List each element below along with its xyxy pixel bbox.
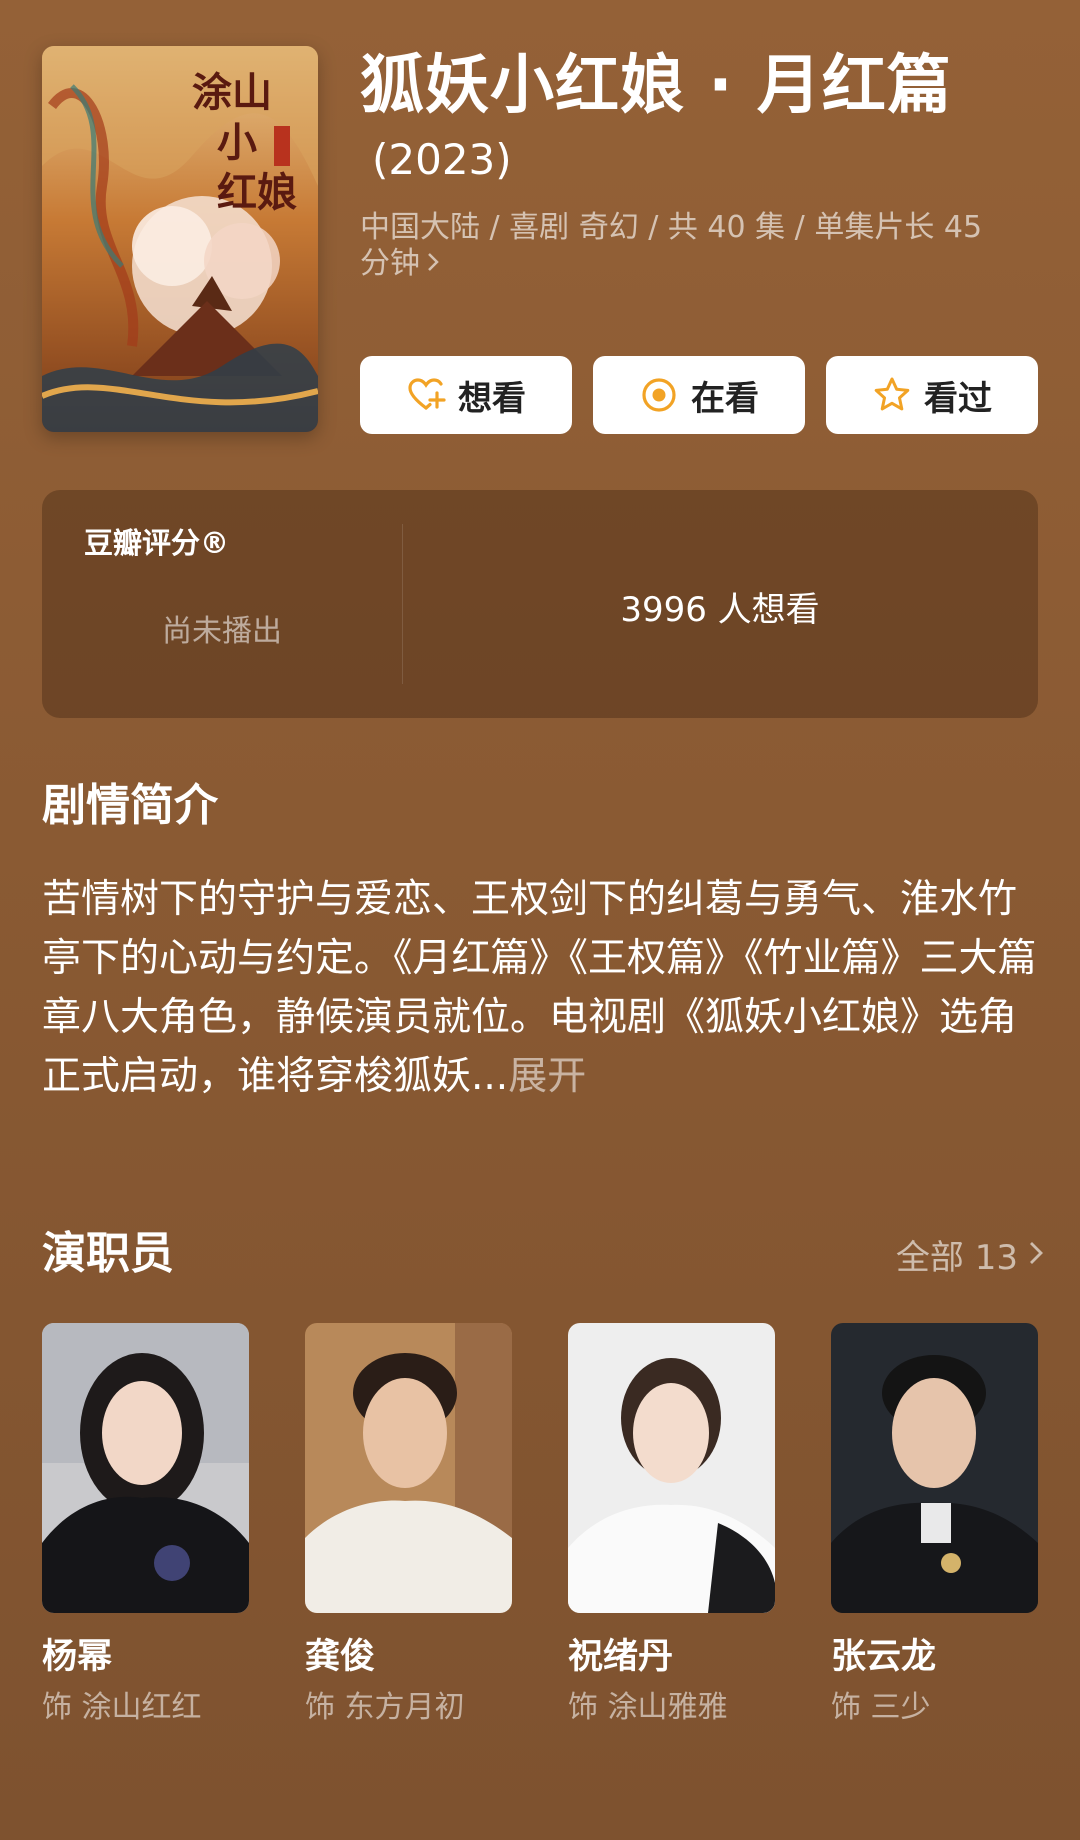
synopsis-text-block[interactable]: 苦情树下的守护与爱恋、王权剑下的纠葛与勇气、淮水竹亭下的心动与约定。《月红篇》《…: [42, 870, 1042, 1106]
show-title: 狐妖小红娘 · 月红篇: [360, 49, 952, 123]
chevron-right-icon: [1028, 1235, 1044, 1275]
want-count: 3996 人想看: [620, 590, 820, 630]
cast-photo: [568, 1323, 775, 1613]
watching-label: 在看: [691, 378, 759, 419]
svg-text:涂山: 涂山: [192, 69, 272, 116]
cast-role: 饰 东方月初: [305, 1690, 465, 1725]
cast-name: 张云龙: [831, 1637, 937, 1677]
action-buttons: 想看 在看 看过: [360, 356, 1038, 434]
want-to-watch-button[interactable]: 想看: [360, 356, 572, 434]
cast-name: 龚俊: [305, 1637, 376, 1677]
watched-button[interactable]: 看过: [826, 356, 1038, 434]
heart-plus-icon: [406, 375, 446, 415]
expand-link[interactable]: 展开: [508, 1054, 586, 1099]
see-all-label: 全部 13: [895, 1238, 1018, 1278]
cast-member[interactable]: 祝绪丹 饰 涂山雅雅: [568, 1323, 775, 1727]
watched-label: 看过: [924, 378, 992, 419]
cast-photo: [42, 1323, 249, 1613]
rating-card[interactable]: 豆瓣评分® 尚未播出 3996 人想看: [42, 490, 1038, 718]
cast-photo: [831, 1323, 1038, 1613]
watching-circle-icon: [639, 375, 679, 415]
cast-heading: 演职员: [42, 1228, 174, 1279]
want-to-watch-label: 想看: [458, 378, 526, 419]
cast-name: 杨幂: [42, 1637, 113, 1677]
watching-button[interactable]: 在看: [593, 356, 805, 434]
rating-status: 尚未播出: [162, 614, 282, 649]
show-year: (2023): [372, 135, 512, 184]
cast-role: 饰 涂山雅雅: [568, 1690, 728, 1725]
cast-photo: [305, 1323, 512, 1613]
cast-name: 祝绪丹: [568, 1637, 674, 1677]
chevron-right-icon: [426, 246, 440, 282]
star-icon: [872, 375, 912, 415]
svg-text:红娘: 红娘: [217, 169, 297, 216]
show-meta[interactable]: 中国大陆 / 喜剧 奇幻 / 共 40 集 / 单集片长 45 分钟: [360, 210, 1020, 282]
synopsis-heading: 剧情简介: [42, 780, 218, 831]
cast-member[interactable]: 龚俊 饰 东方月初: [305, 1323, 512, 1727]
cast-member[interactable]: 杨幂 饰 涂山红红: [42, 1323, 249, 1727]
poster-image: 涂山 小 红娘: [42, 46, 318, 432]
cast-role: 饰 涂山红红: [42, 1690, 202, 1725]
show-meta-text: 中国大陆 / 喜剧 奇幻 / 共 40 集 / 单集片长 45 分钟: [360, 210, 983, 281]
cast-role: 饰 三少: [831, 1690, 931, 1725]
show-poster[interactable]: 涂山 小 红娘: [42, 46, 318, 432]
cast-member[interactable]: 张云龙 饰 三少: [831, 1323, 1038, 1727]
svg-text:小: 小: [217, 119, 257, 166]
see-all-cast-link[interactable]: 全部 13: [896, 1230, 1044, 1279]
cast-list: 杨幂 饰 涂山红红 龚俊 饰 东方月初 祝绪丹 饰 涂山雅雅 张云龙 饰 三少: [42, 1323, 1038, 1727]
rating-title: 豆瓣评分®: [84, 526, 230, 560]
